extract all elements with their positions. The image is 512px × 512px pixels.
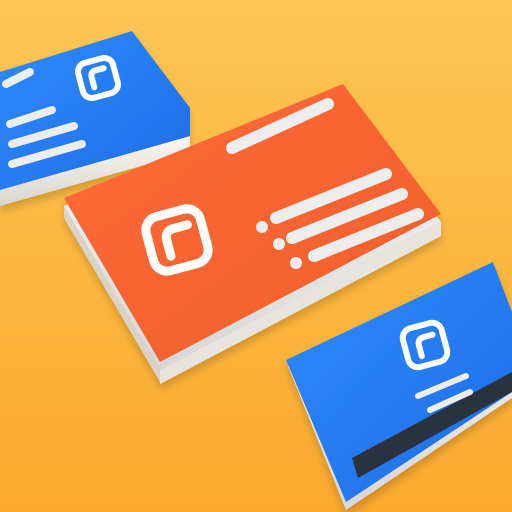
illustration	[0, 0, 512, 512]
scene	[0, 0, 512, 512]
